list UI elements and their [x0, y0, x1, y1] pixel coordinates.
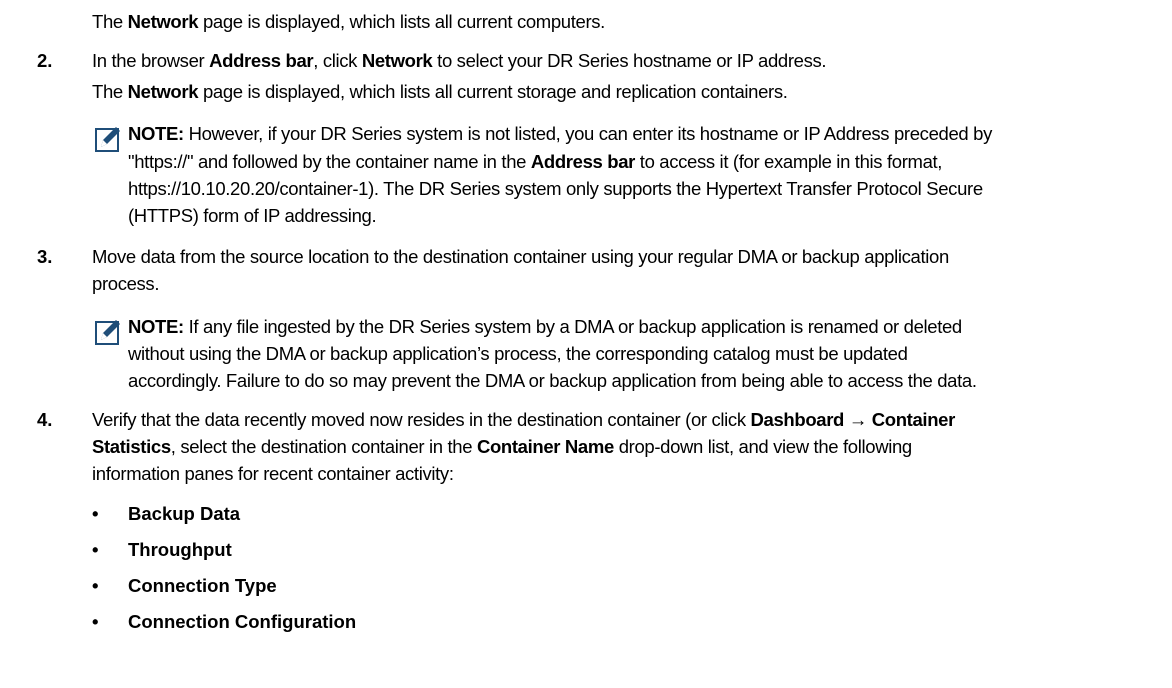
- note-2-line-3: accordingly. Failure to do so may preven…: [128, 370, 977, 391]
- text: Verify that the data recently moved now …: [92, 409, 751, 430]
- pencil-note-icon: [95, 320, 120, 345]
- text: "https://" and followed by the container…: [128, 151, 531, 172]
- dashboard-bold: Dashboard: [750, 409, 845, 430]
- note-2-line-2: without using the DMA or backup applicat…: [128, 343, 908, 364]
- list-item: Connection Type: [128, 575, 277, 596]
- list-item: Connection Configuration: [128, 611, 357, 632]
- step-4-line-1: Verify that the data recently moved now …: [92, 409, 955, 431]
- text: to select your DR Series hostname or IP …: [432, 50, 827, 71]
- bullet-icon: •: [92, 503, 99, 524]
- note-1-line-2: "https://" and followed by the container…: [128, 151, 942, 173]
- address-bar-bold: Address bar: [530, 151, 635, 172]
- step-number-2: 2.: [37, 50, 53, 71]
- address-bar-bold: Address bar: [209, 50, 314, 71]
- note-2-line-1: NOTE: If any file ingested by the DR Ser…: [128, 316, 962, 338]
- step-number-4: 4.: [37, 409, 53, 430]
- bullet-icon: •: [92, 575, 99, 596]
- note-1-line-3: https://10.10.20.20/container-1). The DR…: [128, 178, 983, 199]
- statistics-bold: Statistics: [92, 436, 171, 457]
- network-bold: Network: [361, 50, 433, 71]
- step-3-line-2: process.: [92, 273, 160, 294]
- step-4-line-2: Statistics, select the destination conta…: [92, 436, 912, 458]
- list-item: Backup Data: [128, 503, 241, 524]
- list-item: Throughput: [128, 539, 232, 560]
- intro-line: The Network page is displayed, which lis…: [92, 11, 605, 33]
- text: However, if your DR Series system is not…: [183, 123, 993, 144]
- arrow-icon: →: [844, 409, 872, 430]
- note-1-line-4: (HTTPS) form of IP addressing.: [128, 205, 377, 226]
- text: The: [92, 81, 128, 102]
- step-3-line-1: Move data from the source location to th…: [92, 246, 949, 267]
- text: page is displayed, which lists all curre…: [198, 81, 788, 102]
- text: , click: [313, 50, 362, 71]
- step-4-line-3: information panes for recent container a…: [92, 463, 454, 484]
- note-label: NOTE:: [128, 123, 184, 144]
- note-label: NOTE:: [128, 316, 184, 337]
- bullet-icon: •: [92, 611, 99, 632]
- text: drop-down list, and view the following: [613, 436, 913, 457]
- text: In the browser: [92, 50, 210, 71]
- container-bold: Container: [871, 409, 956, 430]
- text: to access it (for example in this format…: [634, 151, 943, 172]
- intro-network-bold: Network: [127, 11, 199, 32]
- pencil-note-icon: [95, 127, 120, 152]
- note-1-line-1: NOTE: However, if your DR Series system …: [128, 123, 992, 145]
- text: If any file ingested by the DR Series sy…: [183, 316, 963, 337]
- network-bold: Network: [127, 81, 199, 102]
- intro-text: The: [92, 11, 128, 32]
- text: , select the destination container in th…: [170, 436, 477, 457]
- step-2-line-1: In the browser Address bar, click Networ…: [92, 50, 827, 72]
- step-number-3: 3.: [37, 246, 53, 267]
- intro-text-end: page is displayed, which lists all curre…: [198, 11, 605, 32]
- bullet-icon: •: [92, 539, 99, 560]
- container-name-bold: Container Name: [476, 436, 614, 457]
- step-2-line-2: The Network page is displayed, which lis…: [92, 81, 788, 103]
